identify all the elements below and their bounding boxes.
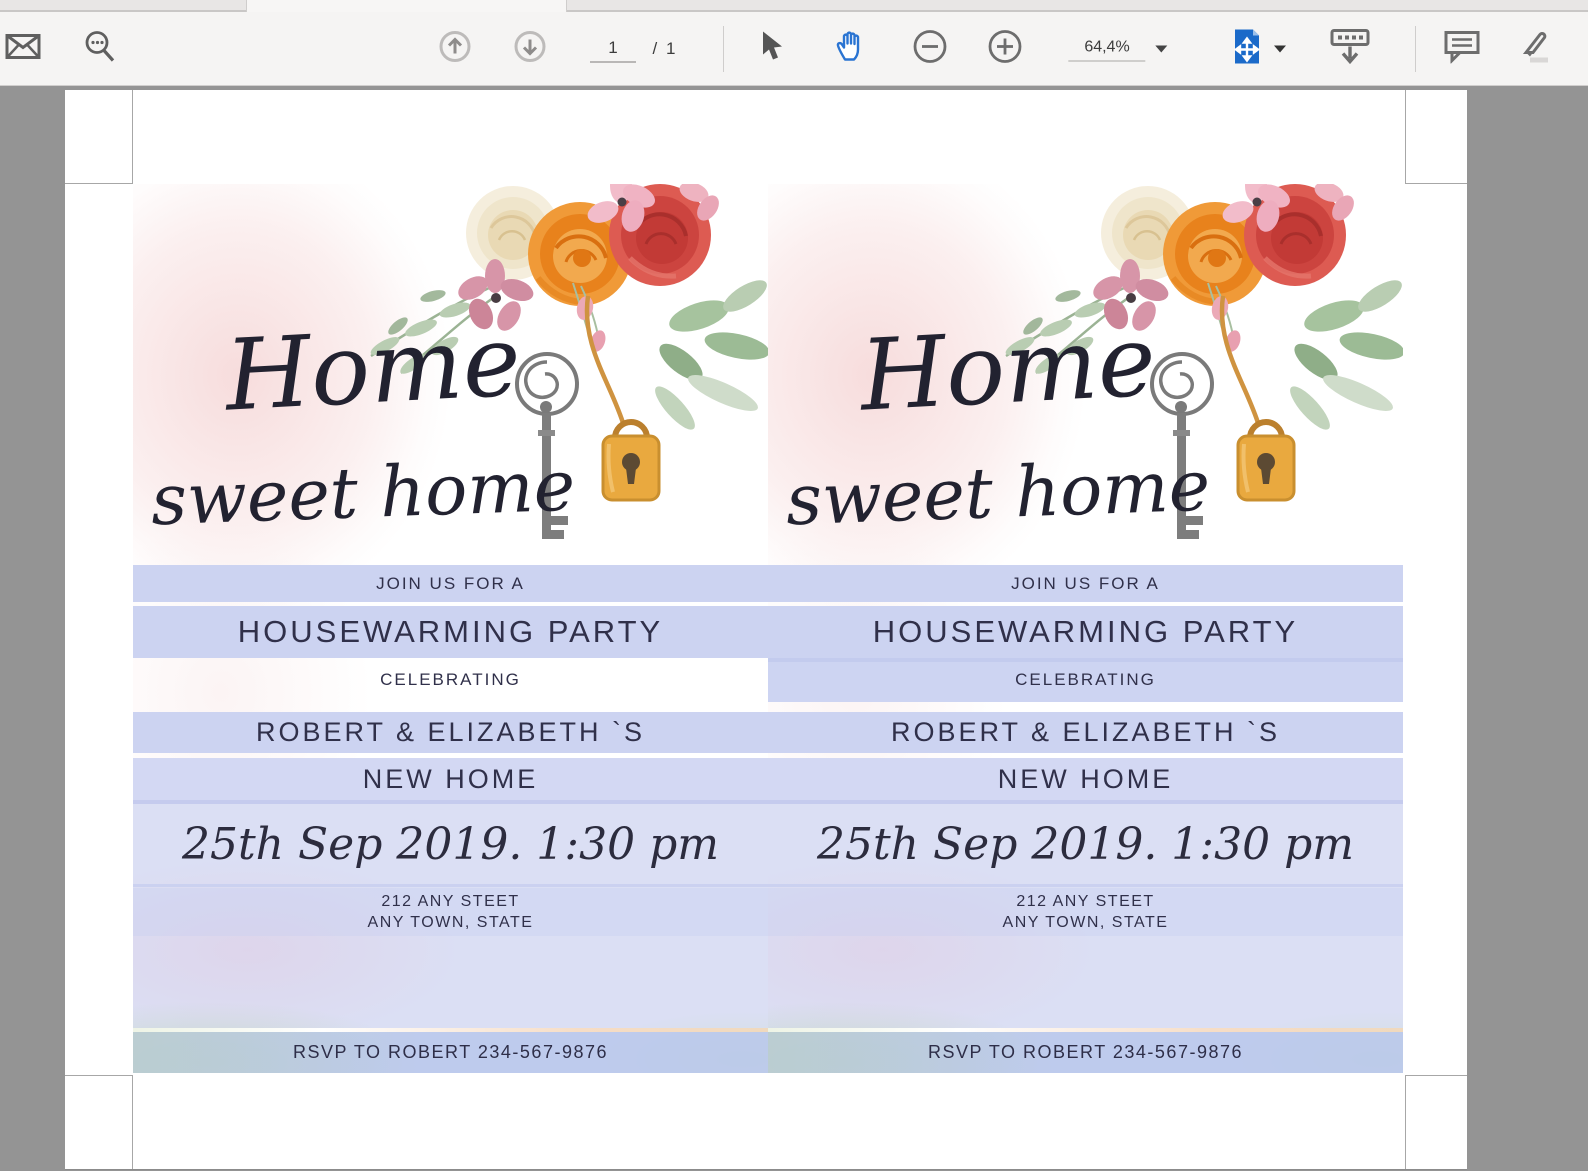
toolbar: / 1 64,4%	[0, 12, 1588, 86]
tab-bar	[0, 0, 1588, 12]
zoom-out-button[interactable]	[912, 28, 948, 69]
headline-home: Home	[222, 304, 524, 434]
zoom-level-value: 64,4%	[1068, 36, 1146, 61]
invitation-right: Home sweet home JOIN US FOR A HOUSEWARMI…	[768, 184, 1403, 1073]
document-tab[interactable]	[246, 0, 567, 12]
fit-page-icon	[1230, 27, 1264, 70]
headline-sweet-home: sweet home	[784, 444, 1212, 542]
pdf-page: Home sweet home JOIN US FOR A HOUSEWARMI…	[65, 90, 1467, 1170]
scroll-mode-icon	[1328, 26, 1372, 71]
form-field-names-line[interactable]: ROBERT & ELIZABETH `S	[133, 712, 768, 753]
chevron-down-icon	[1274, 45, 1286, 52]
toolbar-separator	[1415, 26, 1416, 72]
rsvp-text: RSVP TO ROBERT 234-567-9876	[928, 1042, 1243, 1062]
chevron-down-icon	[1155, 45, 1168, 52]
form-field-address[interactable]: 212 ANY STEET ANY TOWN, STATE	[768, 888, 1403, 936]
previous-page-button[interactable]	[438, 29, 472, 68]
page-up-icon	[438, 29, 472, 68]
form-field-new-home-line[interactable]: NEW HOME	[133, 758, 768, 800]
form-field-join-line[interactable]: JOIN US FOR A	[768, 565, 1403, 602]
fit-page-button[interactable]	[1230, 27, 1286, 70]
headline-sweet-home: sweet home	[149, 444, 577, 542]
form-field-new-home-line[interactable]: NEW HOME	[768, 758, 1403, 800]
divider	[768, 884, 1403, 887]
tab-bar-left	[0, 0, 246, 12]
search-button[interactable]	[83, 29, 117, 68]
crop-mark-bottom-right	[1405, 1075, 1467, 1169]
form-field-date-line[interactable]: 25th Sep 2019. 1:30 pm	[768, 806, 1403, 882]
form-field-address[interactable]: 212 ANY STEET ANY TOWN, STATE	[133, 888, 768, 936]
form-field-rsvp-line[interactable]: RSVP TO ROBERT 234-567-9876	[768, 1032, 1403, 1073]
search-icon	[83, 29, 117, 68]
comment-button[interactable]	[1443, 29, 1481, 68]
tab-bar-right	[567, 0, 1588, 12]
rsvp-text: RSVP TO ROBERT 234-567-9876	[293, 1042, 608, 1062]
document-workspace[interactable]: Home sweet home JOIN US FOR A HOUSEWARMI…	[0, 86, 1588, 1171]
page-number-input[interactable]	[590, 34, 636, 63]
next-page-button[interactable]	[513, 29, 547, 68]
address-line-1: 212 ANY STEET	[1016, 893, 1155, 910]
address-line-2: ANY TOWN, STATE	[367, 914, 534, 931]
divider	[133, 800, 768, 804]
scroll-mode-button[interactable]	[1328, 26, 1372, 71]
zoom-in-icon	[987, 28, 1023, 69]
zoom-in-button[interactable]	[987, 28, 1023, 69]
email-button[interactable]	[5, 33, 41, 64]
comment-icon	[1443, 29, 1481, 68]
form-field-event-line[interactable]: HOUSEWARMING PARTY	[768, 606, 1403, 658]
page-count: / 1	[653, 39, 678, 59]
form-field-names-line[interactable]: ROBERT & ELIZABETH `S	[768, 712, 1403, 753]
hand-tool-button[interactable]	[835, 29, 869, 68]
address-line-1: 212 ANY STEET	[381, 893, 520, 910]
envelope-icon	[5, 33, 41, 64]
highlight-button[interactable]	[1512, 28, 1552, 69]
form-field-date-line[interactable]: 25th Sep 2019. 1:30 pm	[133, 806, 768, 882]
invitation-left: Home sweet home JOIN US FOR A HOUSEWARMI…	[133, 184, 768, 1073]
headline-home: Home	[857, 304, 1159, 434]
page-down-icon	[513, 29, 547, 68]
select-tool-button[interactable]	[759, 30, 785, 67]
toolbar-separator	[723, 26, 724, 72]
divider	[768, 800, 1403, 804]
form-field-join-line[interactable]: JOIN US FOR A	[133, 565, 768, 602]
zoom-out-icon	[912, 28, 948, 69]
page-number-input-wrap	[590, 34, 636, 63]
select-tool-icon	[759, 30, 785, 67]
hand-tool-icon	[835, 29, 869, 68]
form-field-event-line[interactable]: HOUSEWARMING PARTY	[133, 606, 768, 658]
lower-panel: 25th Sep 2019. 1:30 pm 212 ANY STEET ANY…	[768, 800, 1403, 1073]
highlight-icon	[1512, 28, 1552, 69]
form-field-rsvp-line[interactable]: RSVP TO ROBERT 234-567-9876	[133, 1032, 768, 1073]
form-field-celebrating-line[interactable]: CELEBRATING	[768, 658, 1403, 702]
celebrating-line: CELEBRATING	[380, 670, 521, 689]
crop-mark-bottom-left	[65, 1075, 133, 1169]
crop-mark-top-left	[65, 90, 133, 184]
crop-mark-top-right	[1405, 90, 1467, 184]
lower-panel: 25th Sep 2019. 1:30 pm 212 ANY STEET ANY…	[133, 800, 768, 1073]
address-line-2: ANY TOWN, STATE	[1002, 914, 1169, 931]
zoom-level-dropdown[interactable]: 64,4%	[1068, 36, 1168, 61]
page-count-label: / 1	[652, 38, 678, 58]
divider	[133, 884, 768, 887]
